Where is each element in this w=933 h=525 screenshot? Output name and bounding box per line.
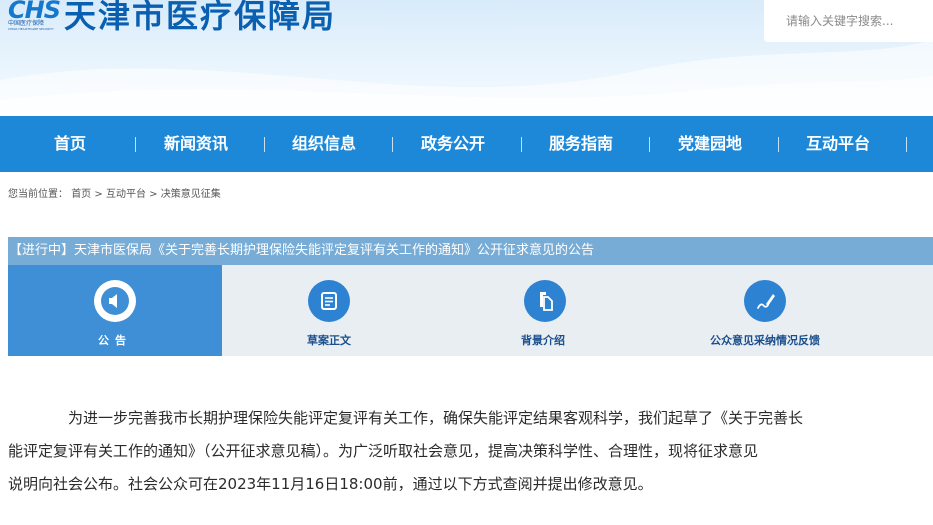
nav-item-service-guide[interactable]: 服务指南 (549, 116, 613, 172)
tab-label: 草案正文 (307, 334, 351, 347)
nav-divider (135, 137, 136, 152)
nav-divider (906, 137, 907, 152)
search-box (764, 0, 933, 42)
tab-label: 公告 (98, 334, 132, 347)
section-tabs: 公告 草案正文 背景介绍 公众意见采纳情况反馈 (8, 265, 933, 356)
chs-logo[interactable]: CHS 中国医疗保障 CHINA HEALTHCARE SECURITY (8, 0, 64, 34)
paragraph-line: 说明向社会公布。社会公众可在2023年11月16日18:00前，通过以下方式查阅… (8, 475, 653, 493)
breadcrumb-link-interaction[interactable]: 互动平台 (106, 189, 146, 200)
nav-divider (264, 137, 265, 152)
logo-text: CHS (8, 0, 61, 24)
nav-divider (392, 137, 393, 152)
breadcrumb-prefix: 您当前位置： (8, 189, 68, 200)
document-icon (308, 280, 350, 322)
nav-item-party-building[interactable]: 党建园地 (678, 116, 742, 172)
breadcrumb-current[interactable]: 决策意见征集 (161, 189, 221, 200)
tab-draft-text[interactable]: 草案正文 (222, 265, 436, 356)
logo-subtitle-cn: 中国医疗保障 (8, 20, 45, 27)
tab-feedback[interactable]: 公众意见采纳情况反馈 (650, 265, 933, 356)
speaker-icon (94, 280, 136, 322)
notice-title: 【进行中】天津市医保局《关于完善长期护理保险失能评定复评有关工作的通知》公开征求… (9, 243, 595, 258)
breadcrumb-separator: > (94, 189, 103, 200)
main-nav: 首页 新闻资讯 组织信息 政务公开 服务指南 党建园地 互动平台 (0, 116, 933, 172)
tab-label: 公众意见采纳情况反馈 (710, 334, 820, 347)
copy-icon (524, 280, 566, 322)
nav-item-news[interactable]: 新闻资讯 (164, 116, 228, 172)
site-header: CHS 中国医疗保障 CHINA HEALTHCARE SECURITY 天津市… (0, 0, 933, 116)
nav-divider (778, 137, 779, 152)
search-input[interactable] (764, 0, 933, 42)
tab-label: 背景介绍 (521, 334, 565, 347)
site-title[interactable]: 天津市医疗保障局 (64, 0, 336, 38)
notice-banner: 【进行中】天津市医保局《关于完善长期护理保险失能评定复评有关工作的通知》公开征求… (8, 237, 933, 265)
nav-item-government-affairs[interactable]: 政务公开 (421, 116, 485, 172)
nav-item-home[interactable]: 首页 (54, 116, 86, 172)
breadcrumb-separator: > (149, 189, 158, 200)
announcement-body: 为进一步完善我市长期护理保险失能评定复评有关工作，确保失能评定结果客观科学，我们… (8, 402, 933, 501)
nav-item-organization[interactable]: 组织信息 (292, 116, 356, 172)
logo-subtitle-en: CHINA HEALTHCARE SECURITY (8, 27, 54, 31)
breadcrumb-link-home[interactable]: 首页 (71, 189, 91, 200)
tab-background[interactable]: 背景介绍 (436, 265, 650, 356)
paragraph-line: 能评定复评有关工作的通知》（公开征求意见稿）。为广泛听取社会意见，提高决策科学性… (8, 442, 759, 460)
nav-item-interaction[interactable]: 互动平台 (806, 116, 870, 172)
paragraph-line: 为进一步完善我市长期护理保险失能评定复评有关工作，确保失能评定结果客观科学，我们… (68, 409, 804, 427)
tab-announcement[interactable]: 公告 (8, 265, 222, 356)
pen-icon (744, 280, 786, 322)
breadcrumb: 您当前位置： 首页 > 互动平台 > 决策意见征集 (8, 185, 221, 200)
nav-divider (521, 137, 522, 152)
nav-divider (649, 137, 650, 152)
